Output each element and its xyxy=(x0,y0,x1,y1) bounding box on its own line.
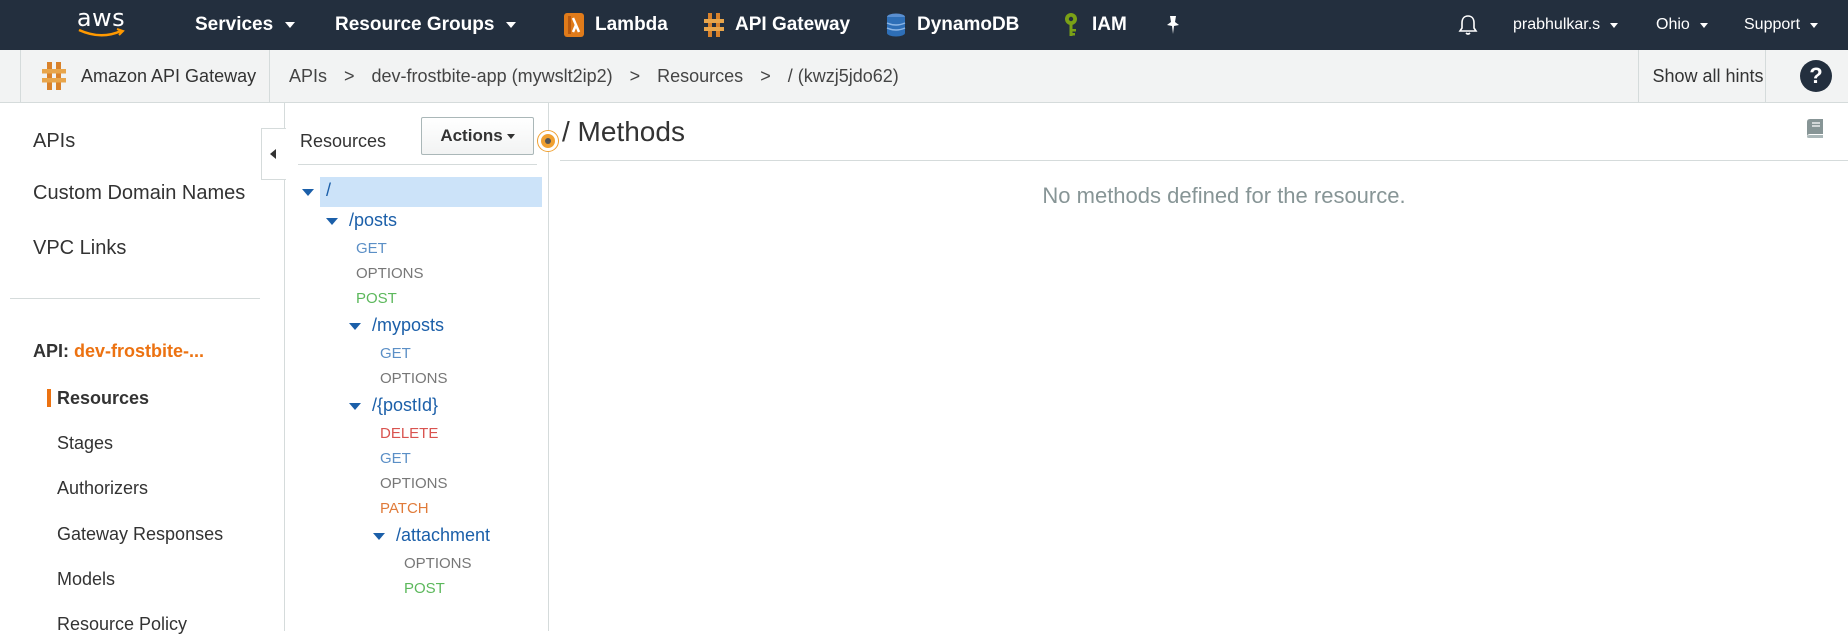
actions-label: Actions xyxy=(440,126,503,145)
pinned-lambda[interactable]: Lambda xyxy=(563,0,668,50)
sidebar-item-stages[interactable]: Stages xyxy=(57,433,113,454)
help-icon[interactable]: ? xyxy=(1800,60,1832,92)
breadcrumb-resources[interactable]: Resources xyxy=(657,66,743,87)
method-get[interactable]: GET xyxy=(356,240,387,257)
expand-caret-icon[interactable] xyxy=(349,323,361,330)
sidebar-divider xyxy=(10,298,260,299)
resource-postid[interactable]: /{postId} xyxy=(372,395,438,416)
breadcrumb: APIs > dev-frostbite-app (mywslt2ip2) > … xyxy=(289,50,899,102)
chevron-down-icon xyxy=(1610,22,1619,28)
method-get[interactable]: GET xyxy=(380,450,411,467)
resource-attachment[interactable]: /attachment xyxy=(396,525,490,546)
breadcrumb-api[interactable]: dev-frostbite-app (mywslt2ip2) xyxy=(372,66,613,87)
expand-caret-icon[interactable] xyxy=(349,403,361,410)
method-patch[interactable]: PATCH xyxy=(380,500,429,517)
sidebar-item-resources[interactable]: Resources xyxy=(57,388,149,409)
sidebar-item-models[interactable]: Models xyxy=(57,569,115,590)
breadcrumb-bar: Amazon API Gateway APIs > dev-frostbite-… xyxy=(0,50,1848,103)
empty-methods-message: No methods defined for the resource. xyxy=(1042,183,1406,208)
api-gateway-icon xyxy=(704,13,724,37)
api-name[interactable]: dev-frostbite-... xyxy=(74,341,204,361)
api-label-prefix: API: xyxy=(33,341,69,361)
collapse-sidebar-button[interactable] xyxy=(261,128,286,180)
documentation-book-icon[interactable] xyxy=(1803,116,1827,140)
bell-icon xyxy=(1458,15,1478,35)
actions-button[interactable]: Actions xyxy=(421,117,534,155)
method-post[interactable]: POST xyxy=(356,290,397,307)
resources-title: Resources xyxy=(300,131,387,151)
method-options[interactable]: OPTIONS xyxy=(380,370,448,387)
region-menu[interactable]: Ohio xyxy=(1656,0,1708,50)
resource-groups-menu[interactable]: Resource Groups xyxy=(335,0,517,50)
sidebar-item-gateway-responses[interactable]: Gateway Responses xyxy=(57,524,223,545)
services-label: Services xyxy=(195,14,274,35)
support-menu[interactable]: Support xyxy=(1744,0,1819,50)
support-label: Support xyxy=(1744,16,1801,33)
sidebar-item-authorizers[interactable]: Authorizers xyxy=(57,478,148,499)
hint-indicator-icon[interactable] xyxy=(538,131,558,151)
top-navigation-bar: aws Services Resource Groups Lambda API … xyxy=(0,0,1848,50)
breadcrumb-separator: > xyxy=(344,65,355,86)
region-name: Ohio xyxy=(1656,16,1690,33)
service-home-label: Amazon API Gateway xyxy=(81,65,257,86)
method-options[interactable]: OPTIONS xyxy=(380,475,448,492)
method-options[interactable]: OPTIONS xyxy=(356,265,424,282)
expand-caret-icon[interactable] xyxy=(373,533,385,540)
aws-logo[interactable]: aws xyxy=(72,6,130,44)
chevron-down-icon xyxy=(506,22,517,28)
method-post[interactable]: POST xyxy=(404,580,445,597)
api-gateway-icon xyxy=(42,62,66,90)
notifications-button[interactable] xyxy=(1458,0,1478,50)
breadcrumb-apis[interactable]: APIs xyxy=(289,66,327,87)
pin-button[interactable] xyxy=(1164,0,1182,50)
active-indicator xyxy=(47,389,51,407)
sidebar-item-apis[interactable]: APIs xyxy=(33,130,75,153)
lambda-icon xyxy=(564,13,584,37)
resource-groups-label: Resource Groups xyxy=(335,14,495,35)
api-gateway-label: API Gateway xyxy=(735,14,851,35)
resource-myposts[interactable]: /myposts xyxy=(372,315,444,336)
show-all-hints-button[interactable]: Show all hints xyxy=(1638,50,1766,102)
resource-posts[interactable]: /posts xyxy=(349,210,397,231)
lambda-label: Lambda xyxy=(595,14,668,35)
api-label: API: dev-frostbite-... xyxy=(33,341,204,362)
pinned-dynamodb[interactable]: DynamoDB xyxy=(885,0,1019,50)
user-menu[interactable]: prabhulkar.s xyxy=(1513,0,1619,50)
method-options[interactable]: OPTIONS xyxy=(404,555,472,572)
title-divider xyxy=(560,160,1848,161)
breadcrumb-separator: > xyxy=(629,65,641,86)
iam-label: IAM xyxy=(1092,14,1127,35)
chevron-down-icon xyxy=(1810,22,1819,28)
iam-icon xyxy=(1065,13,1077,36)
aws-logo-text: aws xyxy=(76,4,126,32)
breadcrumb-separator: > xyxy=(760,65,771,86)
breadcrumb-current: / (kwzj5jdo62) xyxy=(787,65,899,86)
services-menu[interactable]: Services xyxy=(195,0,296,50)
dynamodb-label: DynamoDB xyxy=(917,14,1020,35)
pinned-api-gateway[interactable]: API Gateway xyxy=(703,0,850,50)
chevron-down-icon xyxy=(506,133,515,139)
method-get[interactable]: GET xyxy=(380,345,411,362)
pushpin-icon xyxy=(1167,16,1179,34)
chevron-down-icon xyxy=(285,22,296,28)
expand-caret-icon[interactable] xyxy=(326,218,338,225)
sidebar-item-vpc-links[interactable]: VPC Links xyxy=(33,237,126,260)
chevron-down-icon xyxy=(1699,22,1708,28)
pinned-iam[interactable]: IAM xyxy=(1060,0,1127,50)
user-name: prabhulkar.s xyxy=(1513,16,1601,33)
service-home-link[interactable]: Amazon API Gateway xyxy=(20,50,270,102)
resources-divider xyxy=(298,164,537,165)
method-delete[interactable]: DELETE xyxy=(380,425,438,442)
page-title: / Methods xyxy=(562,116,685,147)
sidebar-item-resource-policy[interactable]: Resource Policy xyxy=(57,614,187,635)
dynamodb-icon xyxy=(886,13,906,37)
